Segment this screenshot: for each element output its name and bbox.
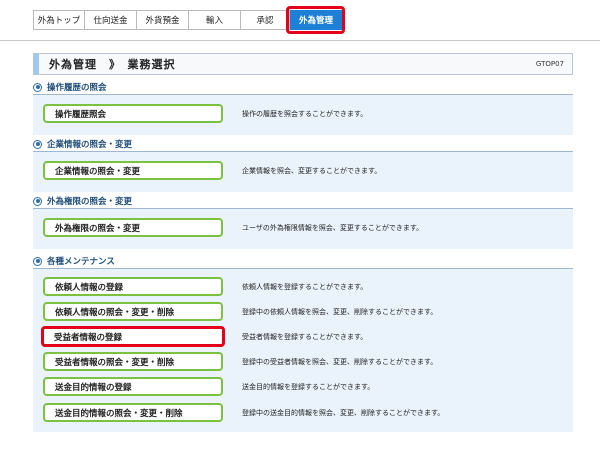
section-title-maintenance: 各種メンテナンス — [33, 255, 115, 267]
list-item: 受益者情報の照会・変更・削除 登録中の受益者情報を照会、変更、削除することができ… — [33, 351, 573, 373]
item-description: 登録中の受益者情報を照会、変更、削除することができます。 — [242, 358, 438, 366]
section-panel-maintenance: 依頼人情報の登録 依頼人情報を登録することができます。 依頼人情報の照会・変更・… — [33, 269, 573, 432]
active-tab-highlight — [286, 6, 345, 34]
item-description: 送金目的情報を登録することができます。 — [242, 383, 375, 391]
screen-code: GTOP07 — [535, 60, 564, 68]
section-panel-operation-history: 操作履歴照会 操作の履歴を照会することができます。 — [33, 95, 573, 135]
item-description: 登録中の依頼人情報を照会、変更、削除することができます。 — [242, 308, 438, 316]
list-item: 受益者情報の登録 受益者情報を登録することができます。 — [33, 326, 573, 348]
manage-remitter-button[interactable]: 依頼人情報の照会・変更・削除 — [43, 302, 223, 321]
item-description: 登録中の送金目的情報を照会、変更、削除することができます。 — [242, 409, 445, 417]
manage-purpose-button[interactable]: 送金目的情報の照会・変更・削除 — [43, 403, 223, 422]
section-title-company-info: 企業情報の照会・変更 — [33, 138, 132, 150]
register-remitter-button[interactable]: 依頼人情報の登録 — [43, 277, 223, 296]
section-title-text: 外為権限の照会・変更 — [47, 197, 133, 207]
page-title: 外為管理 》 業務選択 — [49, 58, 176, 71]
operation-history-button[interactable]: 操作履歴照会 — [43, 104, 223, 123]
register-purpose-button[interactable]: 送金目的情報の登録 — [43, 377, 223, 396]
register-beneficiary-button[interactable]: 受益者情報の登録 — [41, 326, 225, 347]
item-description: 依頼人情報を登録することができます。 — [242, 283, 368, 291]
item-description: 受益者情報を登録することができます。 — [242, 333, 368, 341]
section-panel-fx-authority: 外為権限の照会・変更 ユーザの外為権限情報を照会、変更することができます。 — [33, 209, 573, 249]
header-accent — [34, 54, 39, 74]
company-info-button[interactable]: 企業情報の照会・変更 — [43, 161, 223, 180]
manage-beneficiary-button[interactable]: 受益者情報の照会・変更・削除 — [43, 352, 223, 371]
tab-shonin[interactable]: 承認 — [241, 10, 290, 30]
section-title-fx-authority: 外為権限の照会・変更 — [33, 195, 132, 207]
list-item: 企業情報の照会・変更 企業情報を照会、変更することができます。 — [33, 160, 573, 182]
section-title-text: 操作履歴の照会 — [47, 83, 107, 93]
tab-shimuke-sokin[interactable]: 仕向送金 — [85, 10, 137, 30]
section-title-text: 企業情報の照会・変更 — [47, 140, 133, 150]
item-description: 操作の履歴を照会することができます。 — [242, 110, 368, 118]
section-title-operation-history: 操作履歴の照会 — [33, 81, 107, 93]
circle-bullet-icon — [33, 82, 42, 92]
tab-gaitame-top[interactable]: 外為トップ — [33, 10, 85, 30]
item-description: 企業情報を照会、変更することができます。 — [242, 167, 382, 175]
list-item: 外為権限の照会・変更 ユーザの外為権限情報を照会、変更することができます。 — [33, 217, 573, 239]
section-title-text: 各種メンテナンス — [47, 257, 115, 267]
section-panel-company-info: 企業情報の照会・変更 企業情報を照会、変更することができます。 — [33, 152, 573, 192]
list-item: 送金目的情報の登録 送金目的情報を登録することができます。 — [33, 376, 573, 398]
list-item: 操作履歴照会 操作の履歴を照会することができます。 — [33, 103, 573, 125]
circle-bullet-icon — [33, 256, 42, 266]
list-item: 依頼人情報の登録 依頼人情報を登録することができます。 — [33, 276, 573, 298]
tab-yunyu[interactable]: 輸入 — [189, 10, 241, 30]
header-divider — [0, 40, 600, 41]
tab-gaika-yokin[interactable]: 外貨預金 — [137, 10, 189, 30]
fx-authority-button[interactable]: 外為権限の照会・変更 — [43, 218, 223, 237]
list-item: 依頼人情報の照会・変更・削除 登録中の依頼人情報を照会、変更、削除することができ… — [33, 301, 573, 323]
page-header: 外為管理 》 業務選択 GTOP07 — [33, 53, 573, 75]
circle-bullet-icon — [33, 196, 42, 206]
item-description: ユーザの外為権限情報を照会、変更することができます。 — [242, 224, 424, 232]
list-item: 送金目的情報の照会・変更・削除 登録中の送金目的情報を照会、変更、削除することが… — [33, 402, 573, 424]
circle-bullet-icon — [33, 139, 42, 149]
